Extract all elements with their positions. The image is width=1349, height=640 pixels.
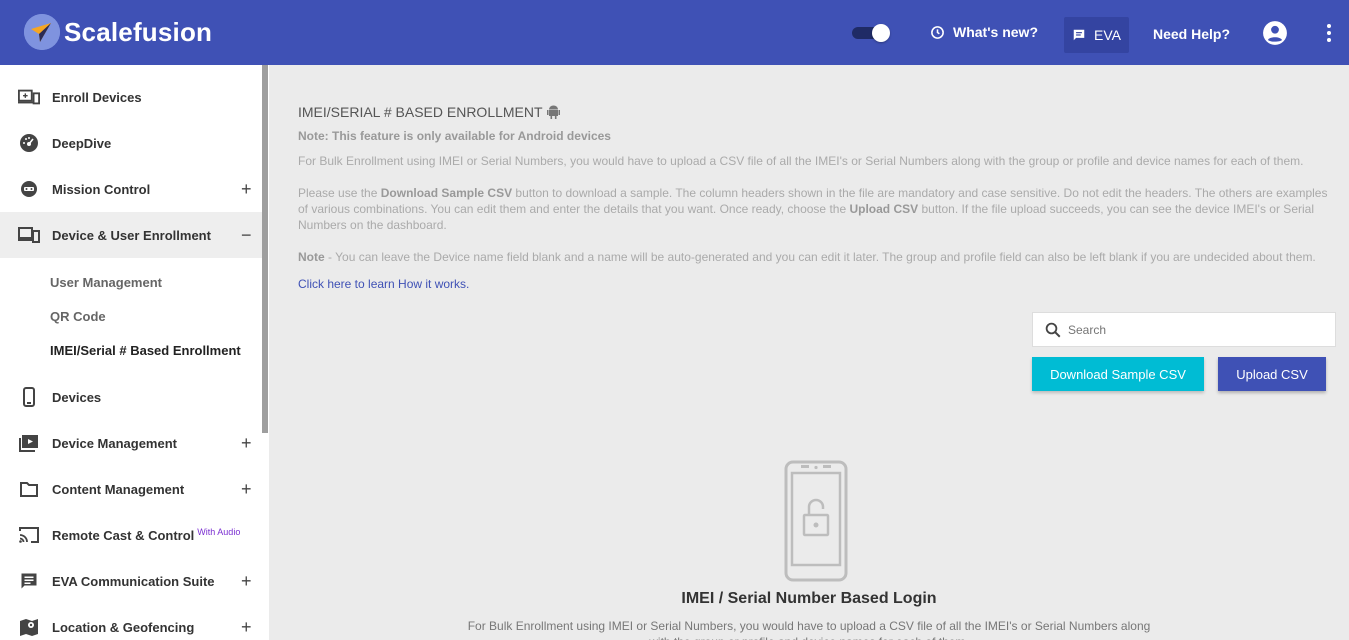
sidebar-item-device-user-enrollment[interactable]: Device & User Enrollment − (0, 212, 262, 258)
enroll-devices-icon (18, 86, 40, 108)
eva-button[interactable]: EVA (1064, 17, 1129, 53)
sidebar-subitem-qr-code[interactable]: QR Code (50, 309, 106, 324)
whats-new-label: What's new? (953, 24, 1038, 40)
remote-cast-label: Remote Cast & Control (52, 527, 195, 543)
sidebar-item-label: Devices (52, 389, 102, 405)
speedometer-icon (18, 132, 40, 154)
search-input[interactable] (1068, 322, 1318, 337)
empty-state-description: For Bulk Enrollment using IMEI or Serial… (467, 619, 1151, 640)
more-vert-icon[interactable] (1320, 22, 1338, 49)
phone-icon (18, 386, 40, 408)
device-name-note-text: - You can leave the Device name field bl… (324, 250, 1316, 264)
mission-control-icon (18, 178, 40, 200)
sidebar-item-devices[interactable]: Devices (0, 374, 262, 420)
sidebar-item-eva-communication[interactable]: EVA Communication Suite + (0, 558, 262, 604)
page-title-text: IMEI/SERIAL # BASED ENROLLMENT (298, 104, 543, 120)
devices-icon (18, 224, 40, 246)
need-help-link[interactable]: Need Help? (1153, 26, 1230, 42)
sidebar-item-label: Content Management (52, 481, 185, 497)
download-sample-ref: Download Sample CSV (380, 186, 513, 200)
sidebar-item-label: DeepDive (52, 135, 112, 151)
expand-plus-icon[interactable]: + (241, 571, 252, 592)
theme-toggle[interactable] (852, 24, 892, 42)
csv-instructions-part: Please use the (298, 186, 381, 200)
expand-plus-icon[interactable]: + (241, 479, 252, 500)
empty-state-title: IMEI / Serial Number Based Login (681, 590, 937, 607)
sidebar: Enroll Devices DeepDive Mission Control … (0, 65, 269, 640)
sidebar-item-label: Device & User Enrollment (52, 227, 211, 243)
expand-plus-icon[interactable]: + (241, 617, 252, 638)
brand[interactable]: Scalefusion (24, 14, 212, 50)
sidebar-item-enroll-devices[interactable]: Enroll Devices (0, 74, 262, 120)
note-label: Note (298, 250, 325, 264)
sidebar-item-remote-cast[interactable]: Remote Cast & Control With Audio (0, 512, 262, 558)
sidebar-scrollbar[interactable] (262, 65, 268, 433)
map-icon (18, 616, 40, 638)
sidebar-item-label: Remote Cast & Control With Audio (52, 526, 241, 543)
sidebar-item-mission-control[interactable]: Mission Control + (0, 166, 262, 212)
learn-how-it-works-link[interactable]: Click here to learn How it works. (298, 277, 469, 291)
chat-icon (18, 570, 40, 592)
eva-label: EVA (1094, 27, 1121, 43)
main-content: IMEI/SERIAL # BASED ENROLLMENT Note: Thi… (269, 65, 1349, 640)
cast-icon (18, 524, 40, 546)
sidebar-item-label: Mission Control (52, 181, 151, 197)
download-sample-csv-button[interactable]: Download Sample CSV (1032, 357, 1204, 391)
folder-icon (18, 478, 40, 500)
device-management-icon (18, 432, 40, 454)
sidebar-item-label: EVA Communication Suite (52, 573, 215, 589)
with-audio-badge: With Audio (197, 526, 241, 537)
whats-new-link[interactable]: What's new? (930, 24, 1038, 40)
sidebar-item-label: Enroll Devices (52, 89, 142, 105)
sidebar-subitem-imei-serial-enrollment[interactable]: IMEI/Serial # Based Enrollment (50, 343, 241, 358)
sidebar-item-device-management[interactable]: Device Management + (0, 420, 262, 466)
page-title: IMEI/SERIAL # BASED ENROLLMENT (298, 104, 560, 120)
top-app-bar: Scalefusion What's new? EVA Need Help? (0, 0, 1349, 65)
expand-plus-icon[interactable]: + (241, 179, 252, 200)
chat-icon (1073, 29, 1085, 41)
collapse-minus-icon[interactable]: − (241, 225, 252, 246)
sidebar-item-location-geofencing[interactable]: Location & Geofencing + (0, 604, 262, 640)
sidebar-item-deepdive[interactable]: DeepDive (0, 120, 262, 166)
android-only-note: Note: This feature is only available for… (298, 129, 611, 143)
csv-instructions: Please use the Download Sample CSV butto… (298, 185, 1333, 233)
search-field[interactable] (1032, 312, 1336, 347)
upload-csv-ref: Upload CSV (849, 202, 919, 216)
expand-plus-icon[interactable]: + (241, 433, 252, 454)
bulk-enrollment-description: For Bulk Enrollment using IMEI or Serial… (298, 154, 1304, 168)
sidebar-subitem-user-management[interactable]: User Management (50, 275, 162, 290)
sidebar-item-label: Device Management (52, 435, 177, 451)
locked-phone-illustration-icon (783, 459, 849, 588)
sidebar-item-content-management[interactable]: Content Management + (0, 466, 262, 512)
search-icon (1045, 322, 1061, 337)
upload-csv-button[interactable]: Upload CSV (1218, 357, 1326, 391)
device-name-note: Note - You can leave the Device name fie… (298, 249, 1333, 265)
scalefusion-logo-icon (24, 14, 60, 50)
brand-name: Scalefusion (64, 16, 213, 47)
clock-icon (931, 25, 944, 39)
toggle-knob (872, 24, 890, 42)
account-icon[interactable] (1262, 20, 1288, 51)
android-icon (546, 105, 560, 119)
sidebar-item-label: Location & Geofencing (52, 619, 195, 635)
